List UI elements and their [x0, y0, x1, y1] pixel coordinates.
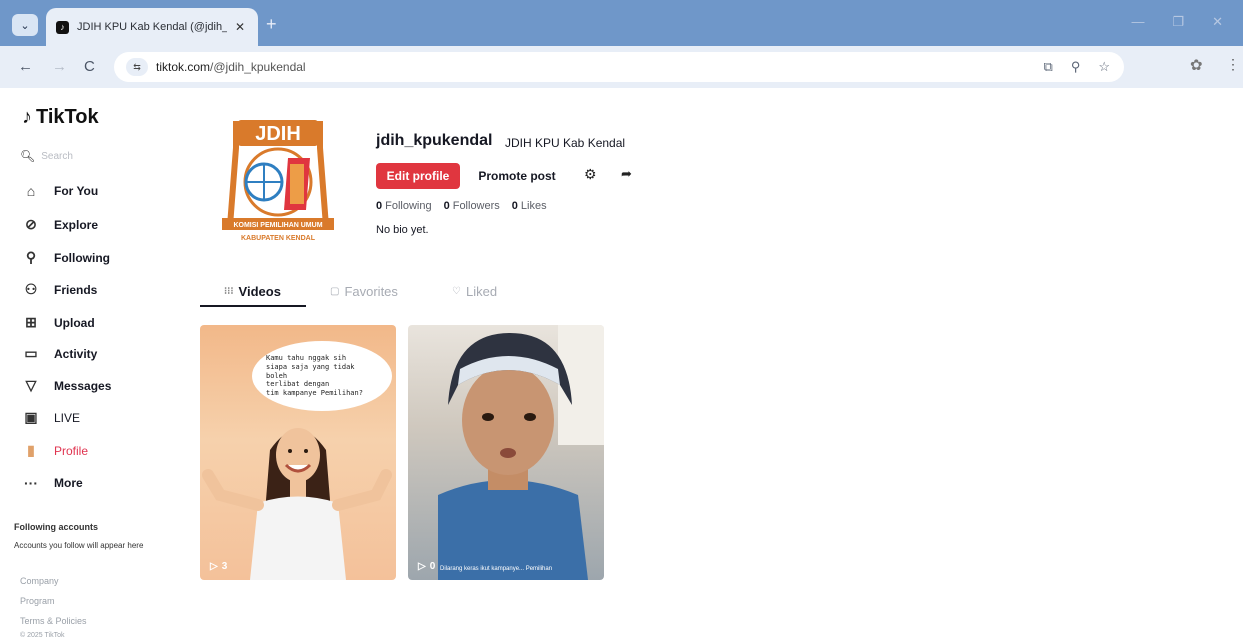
bookmark-star-icon[interactable]: ☆: [1098, 59, 1110, 75]
more-icon: ···: [24, 475, 38, 491]
reload-icon[interactable]: C: [84, 58, 95, 75]
footer-terms[interactable]: Terms & Policies: [20, 616, 87, 626]
footer-company[interactable]: Company: [20, 576, 59, 586]
back-icon[interactable]: ←: [18, 58, 33, 75]
svg-text:JDIH: JDIH: [255, 123, 301, 145]
tiktok-logo[interactable]: ♪ TikTok: [22, 106, 99, 129]
search-icon: 🔍︎: [20, 149, 36, 163]
man-with-helmet-photo: [438, 325, 604, 580]
view-count: ▷ 0: [418, 561, 436, 572]
sidebar-item-for-you[interactable]: ⌂ For You: [22, 183, 98, 199]
browser-tab-strip: ⌄ ♪ JDIH KPU Kab Kendal (@jdih_k ✕ + — ❐…: [0, 0, 1243, 46]
svg-text:KOMISI PEMILIHAN UMUM: KOMISI PEMILIHAN UMUM: [233, 222, 322, 229]
inbox-icon: ▭: [24, 345, 38, 361]
grid-icon: ⁝⁝⁝: [224, 286, 234, 297]
address-bar[interactable]: ⇆ tiktok.com/@jdih_kpukendal ⧉ ⚲ ☆: [114, 52, 1124, 82]
settings-gear-icon[interactable]: ⚙: [584, 166, 597, 183]
svg-text:KABUPATEN KENDAL: KABUPATEN KENDAL: [241, 235, 316, 242]
maximize-icon[interactable]: ❐: [1172, 14, 1184, 30]
footer-program[interactable]: Program: [20, 596, 55, 606]
promote-post-button[interactable]: Promote post: [470, 163, 564, 189]
sidebar-item-live[interactable]: ▣ LIVE: [22, 409, 80, 426]
sidebar-item-more[interactable]: ··· More: [22, 475, 83, 491]
friends-icon: ⚇: [24, 281, 38, 297]
heart-icon: ♡: [452, 286, 461, 297]
video-card[interactable]: ▷ 0 Dilarang keras ikut kampanye... Pemi…: [408, 325, 604, 580]
tiktok-note-icon: ♪: [22, 106, 32, 128]
sidebar-item-activity[interactable]: ▭ Activity: [22, 345, 97, 362]
compass-icon: ⊘: [25, 216, 37, 232]
sidebar-item-messages[interactable]: ▽ Messages: [22, 377, 112, 394]
following-accounts-title: Following accounts: [14, 522, 99, 532]
following-accounts-subtitle: Accounts you follow will appear here: [14, 541, 144, 550]
profile-stats: 0 Following 0 Followers 0 Likes: [376, 200, 547, 212]
video-caption: Dilarang keras ikut kampanye... Pemiliha…: [440, 566, 553, 573]
upload-icon: ⊞: [25, 314, 37, 330]
video-card[interactable]: Kamu tahu nggak sih siapa saja yang tida…: [200, 325, 396, 580]
home-icon: ⌂: [26, 183, 36, 199]
sidebar-item-following[interactable]: ⚲ Following: [22, 249, 110, 266]
browser-toolbar: ← → C ⇆ tiktok.com/@jdih_kpukendal ⧉ ⚲ ☆…: [0, 46, 1243, 88]
tiktok-favicon-icon: ♪: [56, 20, 69, 34]
browser-tab[interactable]: ♪ JDIH KPU Kab Kendal (@jdih_k ✕: [46, 8, 258, 46]
forward-icon[interactable]: →: [52, 58, 67, 75]
avatar[interactable]: JDIH KOMISI PEMILIHAN UMUM KABUPATEN KEN…: [218, 116, 338, 246]
profile-bio: No bio yet.: [376, 224, 429, 236]
tab-videos[interactable]: ⁝⁝⁝ Videos: [224, 284, 281, 299]
play-icon: ▷: [418, 561, 426, 572]
footer-copyright: © 2025 TikTok: [20, 632, 65, 639]
cast-icon[interactable]: ⧉: [1044, 59, 1053, 75]
jdih-logo: JDIH KOMISI PEMILIHAN UMUM KABUPATEN KEN…: [222, 120, 334, 242]
active-tab-indicator: [200, 305, 306, 307]
play-icon: ▷: [210, 561, 218, 572]
edit-profile-button[interactable]: Edit profile: [376, 163, 460, 189]
tab-favorites[interactable]: ▢ Favorites: [330, 284, 398, 299]
profile-nickname: JDIH KPU Kab Kendal: [505, 136, 626, 150]
share-icon[interactable]: ➦: [621, 166, 632, 182]
new-tab-icon[interactable]: +: [266, 14, 277, 35]
minimize-icon[interactable]: —: [1131, 14, 1144, 30]
tab-title: JDIH KPU Kab Kendal (@jdih_k: [77, 21, 227, 33]
site-info-icon[interactable]: ⇆: [126, 58, 148, 76]
bookmark-icon: ▢: [330, 286, 340, 297]
tab-close-icon[interactable]: ✕: [235, 20, 245, 34]
stat-following[interactable]: 0 Following: [376, 200, 432, 212]
send-icon: ▽: [25, 377, 37, 393]
search-placeholder: Search: [41, 150, 73, 162]
cartoon-woman-illustration: [202, 428, 392, 580]
search-input[interactable]: 🔍︎ Search: [20, 143, 170, 169]
view-count: ▷ 3: [210, 561, 228, 572]
sidebar-item-friends[interactable]: ⚇ Friends: [22, 281, 98, 298]
stat-likes: 0 Likes: [511, 200, 547, 212]
sidebar-item-explore[interactable]: ⊘ Explore: [22, 216, 98, 233]
profile-username: jdih_kpukendal: [376, 132, 493, 149]
browser-menu-icon[interactable]: ⋮: [1226, 56, 1240, 73]
close-window-icon[interactable]: ✕: [1212, 14, 1223, 30]
stat-followers[interactable]: 0 Followers: [444, 200, 500, 212]
sidebar: ♪ TikTok 🔍︎ Search ⌂ For You ⊘ Explore ⚲…: [0, 88, 190, 640]
window-controls: — ❐ ✕: [1131, 14, 1223, 30]
zoom-icon[interactable]: ⚲: [1071, 59, 1081, 75]
tab-liked[interactable]: ♡ Liked: [452, 284, 497, 299]
tab-search-icon[interactable]: ⌄: [12, 14, 38, 36]
sidebar-item-profile[interactable]: ▮ Profile: [22, 442, 88, 459]
user-plus-icon: ⚲: [25, 249, 37, 265]
sidebar-item-upload[interactable]: ⊞ Upload: [22, 314, 95, 331]
extension-icon[interactable]: ✿: [1190, 56, 1203, 74]
url-text: tiktok.com/@jdih_kpukendal: [156, 60, 306, 74]
live-tv-icon: ▣: [24, 409, 38, 425]
profile-icon: ▮: [27, 442, 35, 458]
